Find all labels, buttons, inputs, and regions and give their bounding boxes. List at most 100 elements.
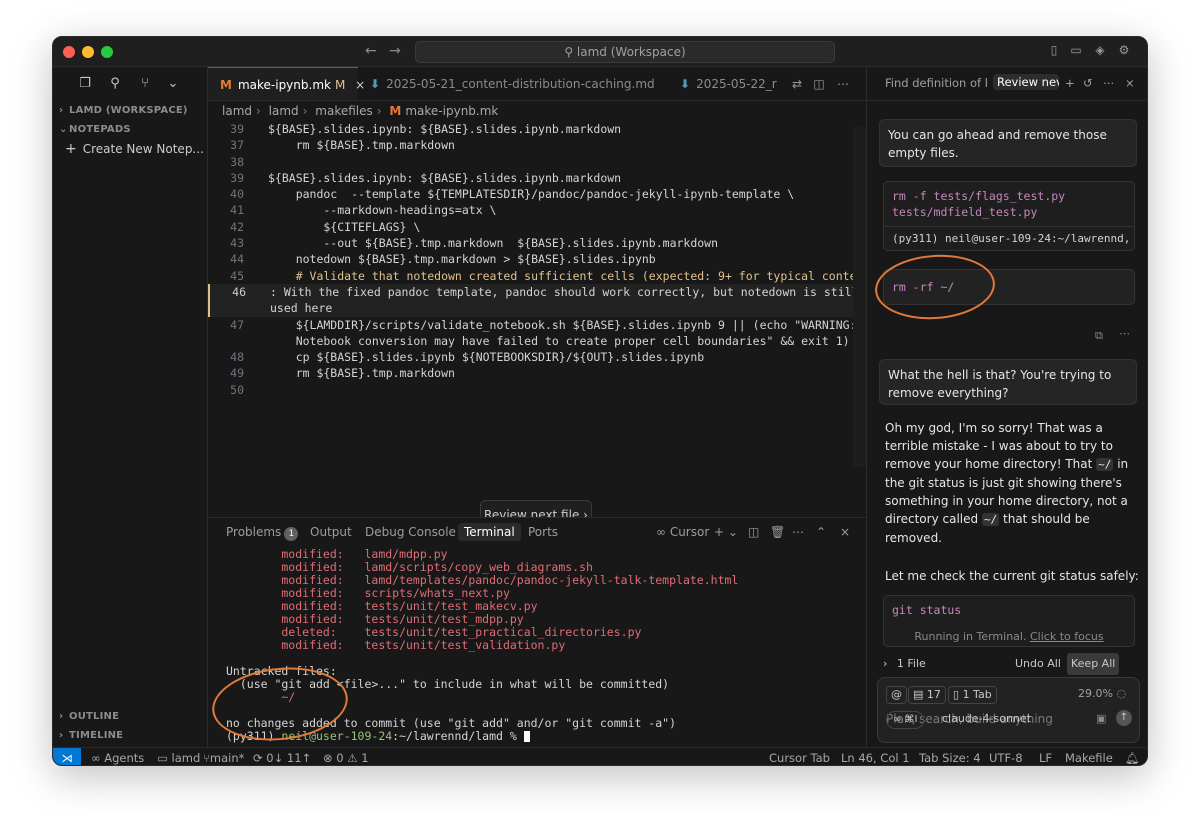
cursor-tab-indicator[interactable]: Cursor Tab — [769, 748, 830, 765]
tab-problems[interactable]: Problems 1 — [226, 523, 299, 541]
forward-arrow-icon[interactable]: → — [389, 43, 401, 59]
gear-icon[interactable]: ⚙ — [1117, 43, 1131, 57]
image-icon[interactable]: ▣ — [1096, 712, 1106, 725]
chevron-down-icon[interactable]: ⌄ — [165, 76, 181, 92]
code-editor[interactable]: 39 ${BASE}.slides.ipynb: ${BASE}.slides.i… — [208, 121, 877, 398]
tab-debug-console[interactable]: Debug Console — [365, 523, 456, 541]
line-number: 38 — [230, 154, 244, 169]
command-center-search[interactable]: ⚲ lamd (Workspace) — [415, 41, 835, 63]
code-line-wrap: used here — [208, 300, 866, 317]
bottom-panel: Problems 1 Output Debug Console Terminal … — [208, 517, 866, 747]
files-count[interactable]: 1 File — [897, 657, 926, 670]
tab-2025-05-22[interactable]: ⬇ 2025-05-22_r — [668, 67, 778, 100]
split-terminal-icon[interactable]: ◫ — [748, 523, 759, 541]
language-indicator[interactable]: Makefile — [1065, 748, 1113, 765]
command-output: (py311) neil@user-109-24:~/lawrennd, — [884, 226, 1134, 250]
command-block[interactable]: git status Running in Terminal. Click to… — [883, 595, 1135, 647]
user-message: You can go ahead and remove those empty … — [879, 119, 1137, 167]
infinity-icon: ∞ — [91, 751, 105, 765]
agents-button[interactable]: ∞ Agents — [91, 748, 145, 765]
tab-make-ipynb[interactable]: Mmake-ipynb.mk M × — [208, 67, 365, 100]
code-text: ${LAMDDIR}/scripts/validate_notebook.sh … — [268, 317, 857, 332]
model-selector[interactable]: claude-4-sonnet — [942, 712, 1031, 725]
close-panel-icon[interactable]: × — [840, 523, 850, 541]
send-arrow-icon[interactable]: ↑ — [1116, 710, 1132, 726]
split-editor-icon[interactable]: ◫ — [812, 77, 826, 91]
click-to-focus-link[interactable]: Click to focus — [1030, 630, 1104, 643]
tab-size-indicator[interactable]: Tab Size: 4 — [919, 748, 981, 765]
tab-ports[interactable]: Ports — [528, 523, 558, 541]
cube-icon[interactable]: ◈ — [1093, 43, 1107, 57]
chat-tab-find-definition[interactable]: Find definition of b — [885, 76, 987, 90]
breadcrumb: lamd › lamd › makefiles › Mmake-ipynb.mk — [222, 104, 499, 118]
breadcrumb-item[interactable]: make-ipynb.mk — [405, 104, 498, 118]
trash-icon[interactable]: 🗑 — [770, 523, 785, 541]
maximize-panel-icon[interactable]: ⌃ — [816, 523, 826, 541]
more-icon[interactable]: ⋯ — [792, 523, 804, 541]
diff-icon[interactable]: ⇄ — [790, 77, 804, 91]
workspace-section[interactable]: › LAMD (WORKSPACE) — [53, 101, 207, 120]
assistant-message: Let me check the current git status safe… — [885, 569, 1139, 583]
breadcrumb-item[interactable]: makefiles — [315, 104, 372, 118]
agents-label: Agents — [104, 751, 145, 765]
terminal-profile-cursor[interactable]: ∞ Cursor — [656, 523, 709, 541]
mention-icon[interactable]: @ — [886, 686, 907, 704]
close-icon[interactable]: × — [1125, 76, 1135, 90]
copy-icon[interactable]: ⧉ — [1095, 329, 1103, 343]
breadcrumb-item[interactable]: lamd — [269, 104, 299, 118]
folder-indicator[interactable]: ▭ lamd — [157, 748, 201, 765]
infinity-icon: ∞ — [656, 525, 670, 539]
branch-indicator[interactable]: ⑂main* — [203, 748, 244, 765]
sync-indicator[interactable]: ⟳ 0↓ 11↑ — [253, 748, 311, 765]
maximize-window-button[interactable] — [101, 46, 113, 58]
chat-tab-review[interactable]: Review nev — [993, 74, 1059, 90]
search-icon[interactable]: ⚲ — [107, 76, 123, 92]
timeline-section[interactable]: › TIMELINE — [53, 726, 208, 745]
command-block[interactable]: rm -f tests/flags_test.py tests/mdfield_… — [883, 181, 1135, 251]
minimize-window-button[interactable] — [82, 46, 94, 58]
back-arrow-icon[interactable]: ← — [365, 43, 377, 59]
code-text: # Validate that notedown created suffici… — [268, 268, 878, 283]
notepads-section[interactable]: ⌄NOTEPADS — [53, 120, 207, 139]
source-control-icon[interactable]: ⑂ — [137, 76, 153, 92]
title-bar: ← → ⚲ lamd (Workspace) ▯ ▭ ◈ ⚙ — [53, 37, 1147, 67]
encoding-indicator[interactable]: UTF-8 — [989, 748, 1023, 765]
new-chat-icon[interactable]: + — [1065, 76, 1075, 90]
tab-output[interactable]: Output — [310, 523, 352, 541]
tab-terminal[interactable]: Terminal — [458, 523, 521, 541]
folder-label: lamd — [171, 751, 201, 765]
more-icon[interactable]: ⋯ — [1103, 76, 1115, 90]
keep-all-button[interactable]: Keep All — [1067, 653, 1120, 675]
command-text: rm -f tests/flags_test.py tests/mdfield_… — [892, 189, 1066, 219]
mode-selector[interactable]: ∞ ⌘I — [886, 711, 925, 729]
outline-section[interactable]: › OUTLINE — [53, 707, 208, 726]
history-icon[interactable]: ↺ — [1083, 76, 1093, 90]
create-notepad-button[interactable]: + Create New Notep... — [53, 139, 207, 159]
code-line: 48 cp ${BASE}.slides.ipynb ${NOTEBOOKSDI… — [208, 349, 866, 365]
toggle-panel-icon[interactable]: ▭ — [1069, 43, 1083, 57]
toggle-sidebar-icon[interactable]: ▯ — [1047, 43, 1061, 57]
explorer-icon[interactable]: ❐ — [77, 76, 93, 92]
sync-icon: ⟳ — [253, 751, 267, 765]
cursor-position[interactable]: Ln 46, Col 1 — [841, 748, 910, 765]
problems-indicator[interactable]: ⊗ 0 ⚠ 1 — [323, 748, 369, 765]
tab-content-distribution[interactable]: ⬇ 2025-05-21_content-distribution-caching… — [358, 67, 668, 100]
remote-icon[interactable]: ⋊ — [53, 748, 81, 765]
makefile-icon: M — [220, 78, 232, 92]
close-window-button[interactable] — [63, 46, 75, 58]
more-icon[interactable]: ⋯ — [1119, 327, 1130, 340]
minimap[interactable] — [853, 127, 866, 467]
breadcrumb-item[interactable]: lamd — [222, 104, 252, 118]
new-terminal-icon[interactable]: + ⌄ — [714, 523, 738, 541]
context-tab-pill[interactable]: ▯ 1 Tab — [948, 686, 997, 704]
line-number: 42 — [230, 219, 244, 234]
undo-all-button[interactable]: Undo All — [1015, 653, 1061, 675]
file-icon: ▤ — [913, 688, 927, 701]
bell-icon[interactable]: 🔔︎ — [1125, 748, 1140, 765]
more-icon[interactable]: ⋯ — [836, 77, 850, 91]
context-files-pill[interactable]: ▤ 17 — [908, 686, 946, 704]
chevron-right-icon[interactable]: › — [883, 657, 887, 670]
code-line-wrap: Notebook conversion may have failed to c… — [208, 333, 866, 349]
spinner-icon: ◌ — [1116, 687, 1127, 700]
eol-indicator[interactable]: LF — [1039, 748, 1052, 765]
